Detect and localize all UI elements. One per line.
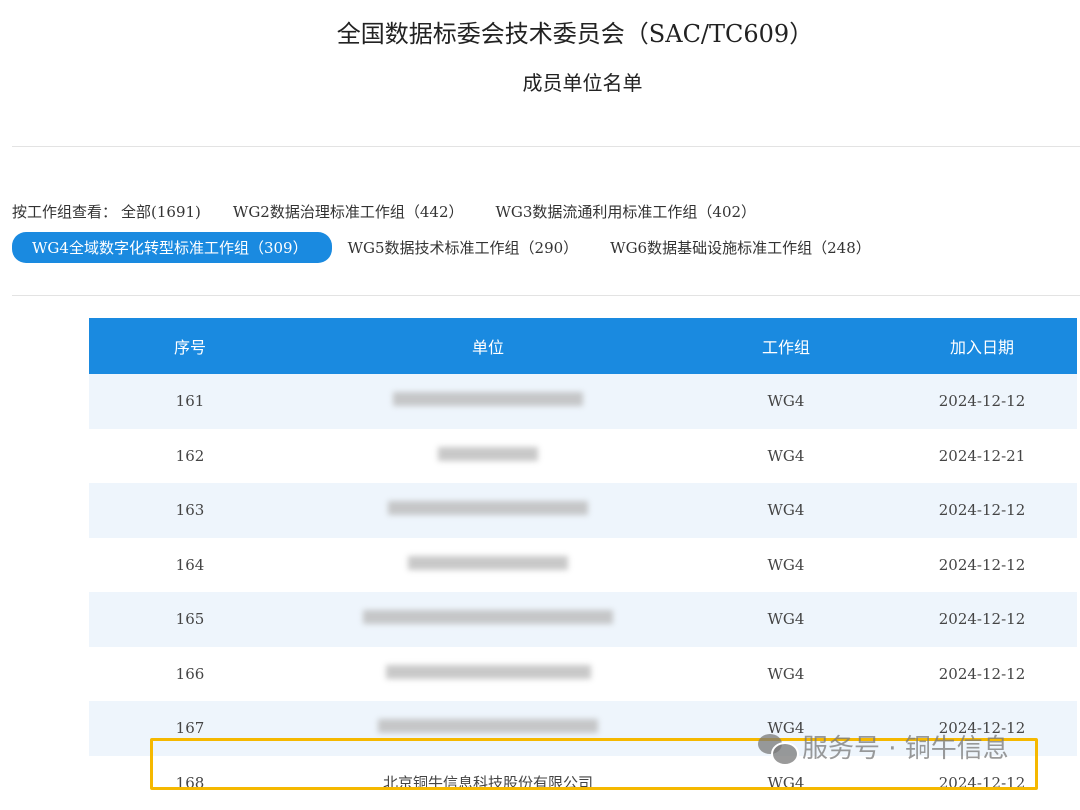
redacted-org-name [393,392,583,406]
page-subtitle: 成员单位名单 [0,67,1080,96]
filter-wg6[interactable]: WG6数据基础设施标准工作组（248） [610,237,871,258]
redacted-org-name [408,556,568,570]
row-number: 163 [89,483,291,538]
row-number: 162 [89,429,291,484]
row-org [291,592,685,647]
row-number: 168 [89,756,291,810]
table-row: 166 WG42024-12-12 [89,647,1077,702]
table-row: 165 WG42024-12-12 [89,592,1077,647]
page-title: 全国数据标委会技术委员会（SAC/TC609） [0,14,1080,49]
row-group: WG4 [685,592,887,647]
row-date: 2024-12-12 [887,647,1077,702]
redacted-org-name [388,501,588,515]
filter-wg4[interactable]: WG4全域数字化转型标准工作组（309） [12,232,332,263]
table-row: 162 WG42024-12-21 [89,429,1077,484]
row-group: WG4 [685,429,887,484]
row-number: 164 [89,538,291,593]
row-org [291,429,685,484]
table-row: 161 WG42024-12-12 [89,374,1077,429]
row-org: 北京铜牛信息科技股份有限公司 [291,756,685,810]
row-date: 2024-12-12 [887,538,1077,593]
row-group: WG4 [685,483,887,538]
redacted-org-name [378,719,598,733]
filter-wg5[interactable]: WG5数据技术标准工作组（290） [348,237,579,258]
row-date: 2024-12-12 [887,592,1077,647]
redacted-org-name [386,665,591,679]
row-org [291,701,685,756]
col-header-date: 加入日期 [887,318,1077,374]
row-date: 2024-12-21 [887,429,1077,484]
row-org [291,374,685,429]
row-org [291,483,685,538]
row-org [291,538,685,593]
watermark-text: 服务号 · 铜牛信息 [802,728,1009,765]
watermark: 服务号 · 铜牛信息 [758,728,1009,765]
filter-wg3[interactable]: WG3数据流通利用标准工作组（402） [495,201,756,222]
row-group: WG4 [685,538,887,593]
redacted-org-name [363,610,613,624]
row-number: 166 [89,647,291,702]
table-row: 163 WG42024-12-12 [89,483,1077,538]
row-number: 161 [89,374,291,429]
col-header-no: 序号 [89,318,291,374]
row-org [291,647,685,702]
filter-wg2[interactable]: WG2数据治理标准工作组（442） [233,201,464,222]
filter-row-1: 按工作组查看： 全部(1691) WG2数据治理标准工作组（442） WG3数据… [12,201,788,222]
divider [12,146,1080,147]
row-number: 167 [89,701,291,756]
redacted-org-name [438,447,538,461]
row-group: WG4 [685,374,887,429]
col-header-group: 工作组 [685,318,887,374]
row-number: 165 [89,592,291,647]
filter-label: 按工作组查看： [12,201,117,222]
row-date: 2024-12-12 [887,374,1077,429]
table-row: 164 WG42024-12-12 [89,538,1077,593]
col-header-org: 单位 [291,318,685,374]
filter-row-2: WG4全域数字化转型标准工作组（309） WG5数据技术标准工作组（290） W… [12,232,903,263]
filter-all[interactable]: 全部(1691) [121,201,201,222]
row-date: 2024-12-12 [887,483,1077,538]
wechat-icon [758,732,796,762]
divider [12,295,1080,296]
row-group: WG4 [685,647,887,702]
